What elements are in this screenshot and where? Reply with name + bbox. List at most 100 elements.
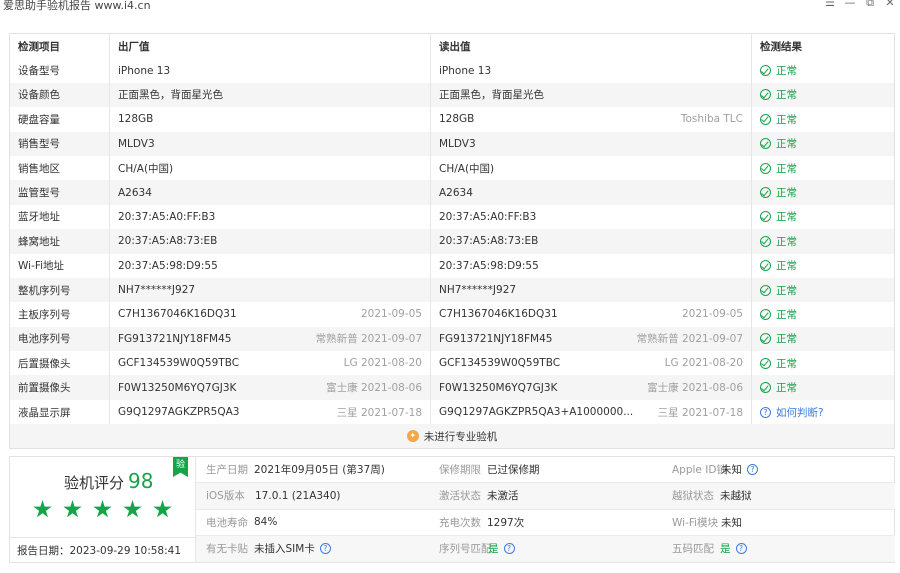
result-cell: 正常 [752, 107, 894, 131]
minimize-icon[interactable]: — [840, 0, 860, 10]
check-circle-icon [760, 65, 771, 77]
info-value: 1297次 [487, 515, 524, 530]
item-name: Wi-Fi地址 [10, 253, 110, 278]
check-circle-icon [760, 284, 771, 296]
info-value-text: 未知 [721, 516, 742, 529]
check-circle-icon [760, 333, 771, 345]
check-circle-icon [760, 211, 771, 223]
info-value: 是? [488, 541, 515, 556]
table-row: 监管型号 A2634 A2634 正常 [10, 180, 894, 205]
header-read: 读出值 [431, 34, 752, 59]
status-text: 正常 [776, 138, 797, 151]
item-name: 电池序列号 [10, 326, 110, 352]
info-cell: iOS版本 17.0.1 (21A340) [196, 488, 429, 503]
info-value: 已过保修期 [487, 462, 540, 477]
read-note: Toshiba TLC [680, 113, 743, 126]
info-value-text: 未知 [721, 464, 742, 477]
factory-value-cell: 20:37:A5:98:D9:55 [110, 253, 431, 278]
help-icon[interactable]: ? [319, 543, 331, 555]
star-icon [123, 500, 142, 518]
result-cell: 正常 [752, 205, 894, 229]
link-text: 如何判断? [776, 406, 824, 419]
menu-icon[interactable]: ☰ [820, 0, 840, 10]
info-value: 未知 [721, 515, 742, 530]
result-cell: 正常 [752, 302, 894, 326]
factory-value: MLDV3 [118, 137, 155, 150]
info-cell: Wi-Fi模块 未知 [662, 515, 895, 530]
status-ok: 正常 [760, 87, 797, 102]
status-ok: 正常 [760, 161, 797, 176]
info-label: 电池寿命 [206, 516, 248, 529]
close-icon[interactable]: ✕ [880, 0, 900, 10]
restore-icon[interactable]: ⧉ [860, 0, 880, 10]
info-value: 未插入SIM卡? [254, 541, 331, 556]
info-value-text: 17.0.1 (21A340) [255, 489, 341, 502]
info-label: Wi-Fi模块 [672, 516, 719, 529]
verified-badge: 验 [173, 457, 188, 477]
result-cell: 正常 [752, 351, 894, 375]
item-name: 前置摄像头 [10, 375, 110, 400]
factory-value: A2634 [118, 186, 152, 199]
info-label: 保修期限 [439, 464, 481, 477]
factory-value: 20:37:A5:A8:73:EB [118, 235, 218, 248]
window-controls: ☰ — ⧉ ✕ [820, 0, 900, 10]
factory-value-cell: A2634 [110, 180, 431, 205]
table-row: 后置摄像头 GCF134539W0Q59TBC LG 2021-08-20 GCF13… [10, 351, 894, 376]
item-name: 设备颜色 [10, 82, 110, 108]
factory-value-cell: FG913721NJY18FM45 常熟新普 2021-09-07 [110, 326, 431, 352]
how-to-judge-link[interactable]: ? 如何判断? [760, 405, 824, 420]
info-value-text: 已过保修期 [487, 464, 540, 477]
info-cell: 生产日期 2021年09月05日 (第37周) [196, 462, 429, 477]
item-name: 监管型号 [10, 180, 110, 205]
result-cell: 正常 [752, 58, 894, 82]
item-name: 后置摄像头 [10, 351, 110, 376]
table-row: 前置摄像头 F0W13250M6YQ7GJ3K 富士康 2021-08-06 F0W1… [10, 375, 894, 400]
read-value-cell: FG913721NJY18FM45 常熟新普 2021-09-07 [431, 326, 752, 352]
info-value: 未越狱 [720, 488, 752, 503]
help-icon[interactable]: ? [735, 543, 747, 555]
info-value: 未知? [721, 462, 758, 477]
status-text: 正常 [776, 235, 797, 248]
pro-inspection-notice[interactable]: ✦ 未进行专业验机 [10, 424, 894, 449]
info-value-text: 是 [720, 543, 731, 556]
factory-value-cell: 20:37:A5:A8:73:EB [110, 229, 431, 254]
summary-panel: 验机评分 98 验 报告日期：2023-09-29 10:58:41 生产日期 20… [9, 456, 895, 563]
header-factory: 出厂值 [110, 34, 431, 59]
info-value-text: 是 [488, 543, 499, 556]
factory-value-cell: G9Q1297AGKZPR5QA3 三星 2021-07-18 [110, 399, 431, 425]
info-cell: 保修期限 已过保修期 [429, 462, 662, 477]
result-cell: 正常 [752, 156, 894, 180]
info-cell: 有无卡贴 未插入SIM卡? [196, 541, 429, 556]
factory-value: 128GB [118, 113, 154, 126]
factory-value-cell: MLDV3 [110, 131, 431, 156]
factory-value-cell: 正面黑色，背面星光色 [110, 82, 431, 108]
status-text: 正常 [776, 162, 797, 175]
read-note: 富士康 2021-08-06 [647, 382, 743, 395]
read-value-cell: C7H1367046K16DQ31 2021-09-05 [431, 302, 752, 327]
info-row: iOS版本 17.0.1 (21A340) 激活状态 未激活 越狱状态 未越狱 [196, 483, 895, 510]
info-value-text: 84% [254, 516, 278, 529]
status-ok: 正常 [760, 258, 797, 273]
info-cell: 激活状态 未激活 [429, 488, 662, 503]
check-circle-icon [760, 138, 771, 150]
help-icon[interactable]: ? [747, 464, 758, 476]
help-icon[interactable]: ? [503, 543, 515, 555]
table-row: 硬盘容量 128GB 128GB Toshiba TLC 正常 [10, 107, 894, 132]
read-value-cell: iPhone 13 [431, 58, 752, 83]
factory-value: F0W13250M6YQ7GJ3K [118, 381, 237, 394]
read-value-cell: A2634 [431, 180, 752, 205]
info-label: 五码匹配 [672, 543, 714, 556]
result-cell: 正常 [752, 327, 894, 351]
star-icon [63, 500, 82, 518]
info-value: 17.0.1 (21A340) [255, 490, 341, 502]
result-cell: 正常 [752, 180, 894, 204]
read-value-cell: NH7******J927 [431, 277, 752, 303]
read-value-cell: 20:37:A5:A8:73:EB [431, 229, 752, 254]
check-circle-icon [760, 260, 771, 272]
score-value: 98 [128, 469, 154, 493]
item-name: 整机序列号 [10, 277, 110, 303]
read-value: 正面黑色，背面星光色 [439, 89, 544, 102]
result-cell: ? 如何判断? [752, 400, 894, 424]
info-value: 84% [254, 516, 277, 528]
info-value-text: 未激活 [487, 490, 519, 503]
